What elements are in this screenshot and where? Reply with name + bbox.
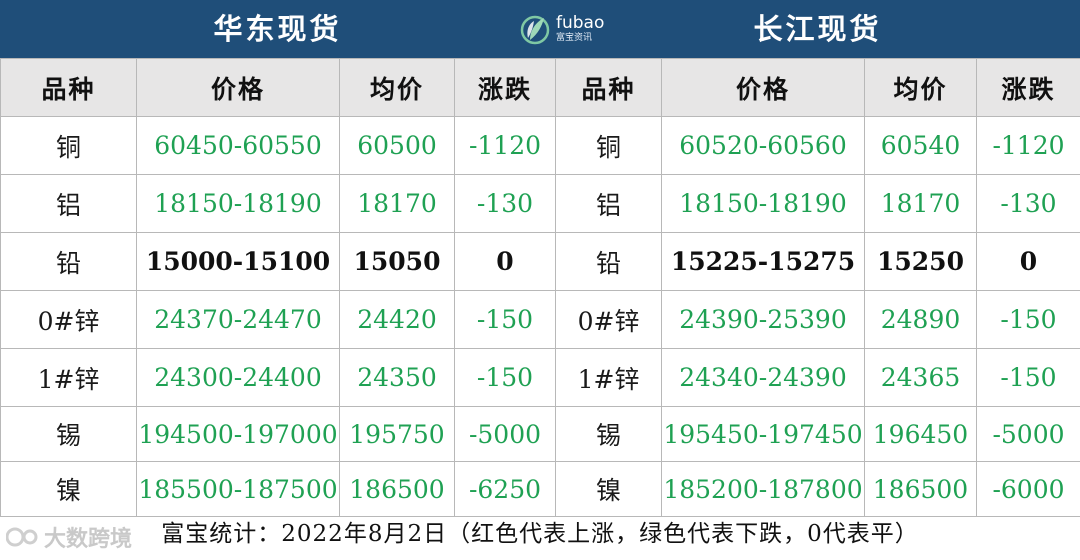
- east-price: 24370-24470: [136, 290, 340, 349]
- col-change-east: 涨跌: [454, 58, 556, 117]
- table-row: 铝 18150-18190 18170 -130 铝 18150-18190 1…: [0, 174, 1080, 233]
- col-price-yangtze: 价格: [661, 58, 865, 117]
- column-header-row: 品种 价格 均价 涨跌 品种 价格 均价 涨跌: [0, 58, 1080, 117]
- east-avg: 60500: [339, 116, 455, 175]
- yangtze-price: 18150-18190: [661, 174, 865, 233]
- leaf-logo-icon: [520, 15, 550, 45]
- yangtze-change: -6000: [976, 461, 1080, 517]
- yangtze-change: -1120: [976, 116, 1080, 175]
- east-variety: 铝: [0, 174, 137, 233]
- east-price: 24300-24400: [136, 348, 340, 407]
- footer-note: 富宝统计：2022年8月2日（红色代表上涨，绿色代表下跌，0代表平）: [161, 521, 919, 547]
- yangtze-price: 24340-24390: [661, 348, 865, 407]
- yangtze-variety: 铜: [555, 116, 662, 175]
- yangtze-change: -150: [976, 290, 1080, 349]
- yangtze-variety: 1#锌: [555, 348, 662, 407]
- col-price-east: 价格: [136, 58, 340, 117]
- east-china-spot-title: 华东现货: [213, 12, 342, 46]
- yangtze-avg: 196450: [864, 406, 977, 462]
- east-price: 60450-60550: [136, 116, 340, 175]
- east-price: 15000-15100: [136, 232, 340, 291]
- watermark-logo-icon: [6, 527, 38, 547]
- table-row: 铜 60450-60550 60500 -1120 铜 60520-60560 …: [0, 116, 1080, 175]
- east-price: 194500-197000: [136, 406, 340, 462]
- yangtze-change: -150: [976, 348, 1080, 407]
- yangtze-avg: 60540: [864, 116, 977, 175]
- east-avg: 195750: [339, 406, 455, 462]
- table-row: 铅 15000-15100 15050 0 铅 15225-15275 1525…: [0, 232, 1080, 291]
- east-variety: 镍: [0, 461, 137, 517]
- east-change: -150: [454, 348, 556, 407]
- price-report: 华东现货 fubao 富宝资讯 长江现货 品种 价格 均价 涨跌 品种 价格 均…: [0, 0, 1080, 560]
- yangtze-price: 24390-25390: [661, 290, 865, 349]
- watermark-text: 大数跨境: [44, 527, 133, 552]
- yangtze-variety: 铅: [555, 232, 662, 291]
- yangtze-price: 15225-15275: [661, 232, 865, 291]
- yangtze-spot-title: 长江现货: [753, 12, 882, 46]
- yangtze-price: 185200-187800: [661, 461, 865, 517]
- col-change-yangtze: 涨跌: [976, 58, 1080, 117]
- yangtze-avg: 15250: [864, 232, 977, 291]
- east-price: 18150-18190: [136, 174, 340, 233]
- col-avg-yangtze: 均价: [864, 58, 977, 117]
- yangtze-variety: 锡: [555, 406, 662, 462]
- east-avg: 24420: [339, 290, 455, 349]
- east-variety: 1#锌: [0, 348, 137, 407]
- col-variety-east: 品种: [0, 58, 137, 117]
- east-variety: 锡: [0, 406, 137, 462]
- table-row: 锡 194500-197000 195750 -5000 锡 195450-19…: [0, 406, 1080, 462]
- table-row: 1#锌 24300-24400 24350 -150 1#锌 24340-243…: [0, 348, 1080, 407]
- east-avg: 18170: [339, 174, 455, 233]
- east-change: -130: [454, 174, 556, 233]
- yangtze-variety: 镍: [555, 461, 662, 517]
- east-change: -5000: [454, 406, 556, 462]
- price-table: 品种 价格 均价 涨跌 品种 价格 均价 涨跌 铜 60450-60550 60…: [0, 58, 1080, 517]
- yangtze-variety: 铝: [555, 174, 662, 233]
- yangtze-price: 60520-60560: [661, 116, 865, 175]
- col-variety-yangtze: 品种: [555, 58, 662, 117]
- yangtze-variety: 0#锌: [555, 290, 662, 349]
- east-avg: 186500: [339, 461, 455, 517]
- title-bar: 华东现货 fubao 富宝资讯 长江现货: [0, 0, 1080, 58]
- east-variety: 铅: [0, 232, 137, 291]
- table-row: 0#锌 24370-24470 24420 -150 0#锌 24390-253…: [0, 290, 1080, 349]
- east-change: 0: [454, 232, 556, 291]
- east-change: -150: [454, 290, 556, 349]
- yangtze-change: -5000: [976, 406, 1080, 462]
- yangtze-avg: 186500: [864, 461, 977, 517]
- yangtze-avg: 24365: [864, 348, 977, 407]
- east-avg: 15050: [339, 232, 455, 291]
- yangtze-change: -130: [976, 174, 1080, 233]
- yangtze-avg: 18170: [864, 174, 977, 233]
- yangtze-change: 0: [976, 232, 1080, 291]
- yangtze-price: 195450-197450: [661, 406, 865, 462]
- yangtze-avg: 24890: [864, 290, 977, 349]
- east-change: -1120: [454, 116, 556, 175]
- east-variety: 铜: [0, 116, 137, 175]
- east-price: 185500-187500: [136, 461, 340, 517]
- table-row: 镍 185500-187500 186500 -6250 镍 185200-18…: [0, 461, 1080, 517]
- watermark: 大数跨境: [6, 520, 132, 554]
- east-avg: 24350: [339, 348, 455, 407]
- east-change: -6250: [454, 461, 556, 517]
- col-avg-east: 均价: [339, 58, 455, 117]
- east-variety: 0#锌: [0, 290, 137, 349]
